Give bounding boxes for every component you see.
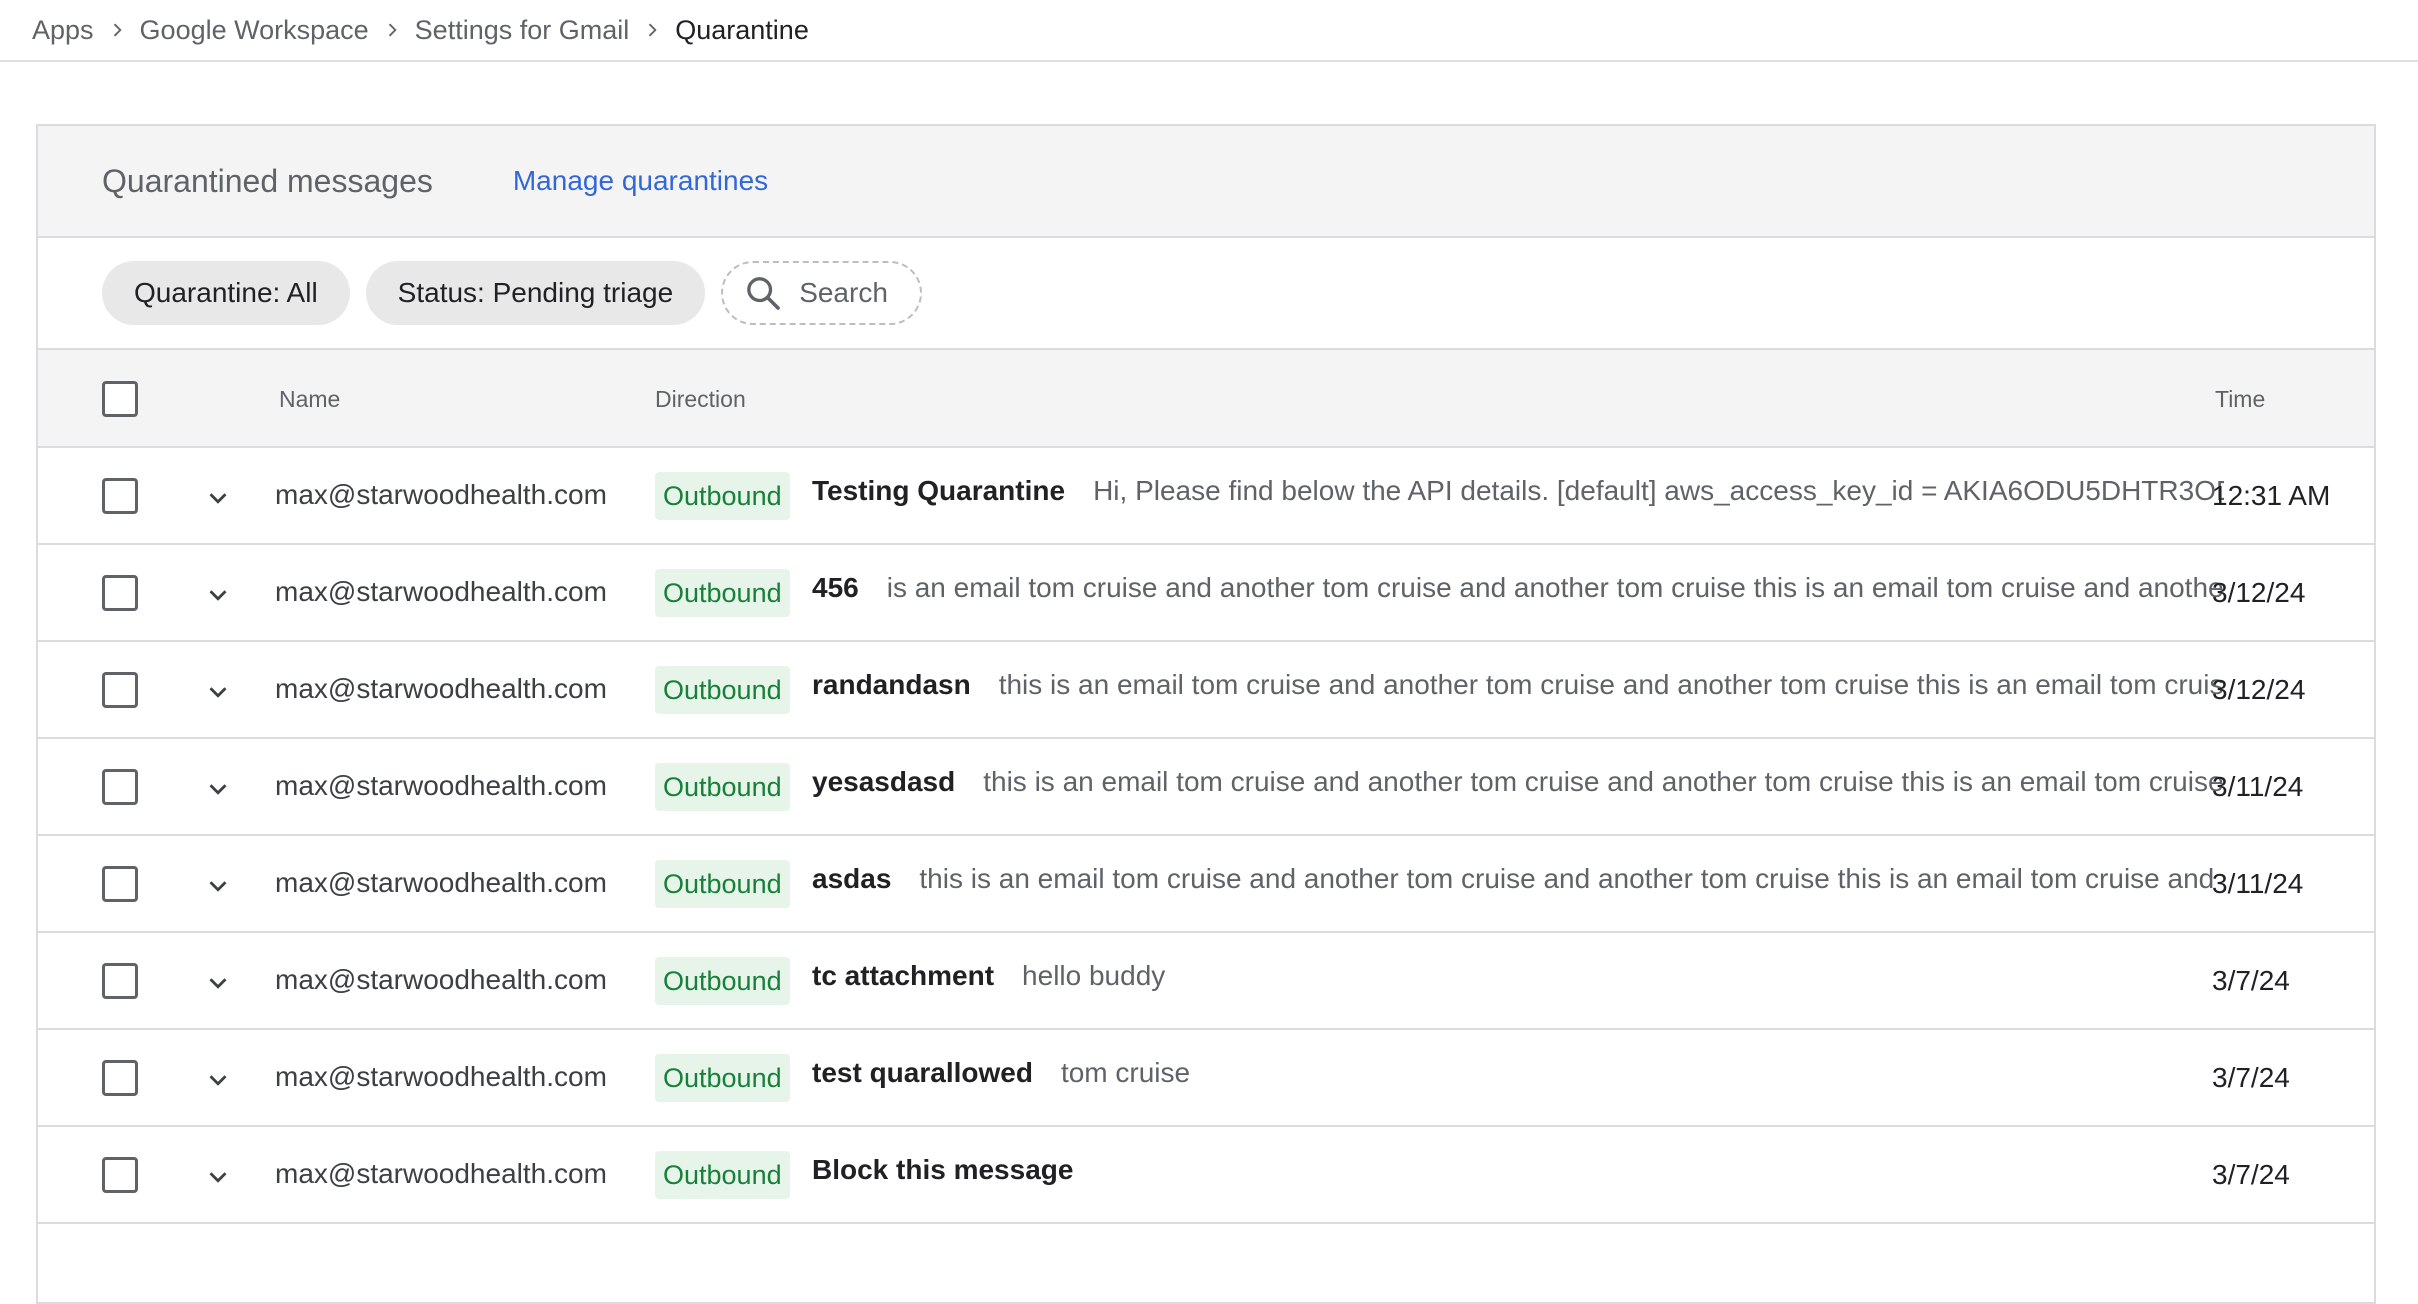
chevron-down-icon[interactable] bbox=[198, 575, 238, 615]
table-row[interactable]: max@starwoodhealth.com Outbound 456 is a… bbox=[38, 545, 2374, 642]
message-summary: tc attachment hello buddy bbox=[812, 960, 2224, 992]
message-summary: 456 is an email tom cruise and another t… bbox=[812, 572, 2224, 604]
breadcrumb-quarantine: Quarantine bbox=[675, 14, 809, 45]
message-summary: randandasn this is an email tom cruise a… bbox=[812, 669, 2224, 701]
breadcrumb: Apps Google Workspace Settings for Gmail… bbox=[0, 0, 2418, 62]
direction-badge: Outbound bbox=[655, 957, 790, 1005]
sender-name: max@starwoodhealth.com bbox=[275, 576, 607, 607]
manage-quarantines-link[interactable]: Manage quarantines bbox=[513, 165, 768, 197]
quarantine-filter-chip[interactable]: Quarantine: All bbox=[102, 261, 350, 325]
message-subject: asdas bbox=[812, 863, 892, 894]
message-summary: yesasdasd this is an email tom cruise an… bbox=[812, 766, 2224, 798]
message-snippet: tom cruise bbox=[1060, 1057, 1191, 1088]
message-time: 3/12/24 bbox=[2212, 674, 2306, 705]
chevron-right-icon bbox=[629, 15, 675, 45]
direction-badge: Outbound bbox=[655, 569, 790, 617]
row-checkbox[interactable] bbox=[102, 866, 138, 902]
chevron-down-icon[interactable] bbox=[198, 769, 238, 809]
message-snippet: this is an email tom cruise and another … bbox=[919, 863, 2215, 894]
status-filter-chip[interactable]: Status: Pending triage bbox=[365, 261, 706, 325]
table-row[interactable]: max@starwoodhealth.com Outbound Testing … bbox=[38, 448, 2374, 545]
select-all-checkbox[interactable] bbox=[102, 381, 138, 417]
message-time: 3/7/24 bbox=[2212, 965, 2290, 996]
page-title: Quarantined messages bbox=[102, 162, 433, 199]
chevron-down-icon[interactable] bbox=[198, 1157, 238, 1197]
message-summary: Testing Quarantine Hi, Please find below… bbox=[812, 475, 2224, 507]
message-subject: randandasn bbox=[812, 669, 971, 700]
table-row[interactable]: max@starwoodhealth.com Outbound asdas th… bbox=[38, 836, 2374, 933]
chevron-right-icon bbox=[94, 15, 140, 45]
breadcrumb-apps[interactable]: Apps bbox=[32, 15, 94, 46]
column-header-direction[interactable]: Direction bbox=[655, 386, 746, 413]
message-time: 3/12/24 bbox=[2212, 577, 2306, 608]
sender-name: max@starwoodhealth.com bbox=[275, 1061, 607, 1092]
sender-name: max@starwoodhealth.com bbox=[275, 479, 607, 510]
table-row[interactable]: max@starwoodhealth.com Outbound Block th… bbox=[38, 1127, 2374, 1224]
breadcrumb-google-workspace[interactable]: Google Workspace bbox=[140, 15, 369, 46]
direction-badge: Outbound bbox=[655, 763, 790, 811]
direction-badge: Outbound bbox=[655, 1151, 790, 1199]
row-checkbox[interactable] bbox=[102, 1157, 138, 1193]
message-subject: yesasdasd bbox=[812, 766, 956, 797]
chevron-down-icon[interactable] bbox=[198, 1060, 238, 1100]
chevron-down-icon[interactable] bbox=[198, 478, 238, 518]
sender-name: max@starwoodhealth.com bbox=[275, 867, 607, 898]
table-row[interactable]: max@starwoodhealth.com Outbound yesasdas… bbox=[38, 739, 2374, 836]
table-row[interactable]: max@starwoodhealth.com Outbound test qua… bbox=[38, 1030, 2374, 1127]
message-time: 3/11/24 bbox=[2212, 771, 2304, 802]
direction-badge: Outbound bbox=[655, 472, 790, 520]
message-snippet: this is an email tom cruise and another … bbox=[998, 669, 2224, 700]
row-checkbox[interactable] bbox=[102, 963, 138, 999]
row-checkbox[interactable] bbox=[102, 478, 138, 514]
message-summary: asdas this is an email tom cruise and an… bbox=[812, 863, 2224, 895]
breadcrumb-settings-for-gmail[interactable]: Settings for Gmail bbox=[415, 15, 630, 46]
message-time: 3/7/24 bbox=[2212, 1062, 2290, 1093]
message-summary: Block this message bbox=[812, 1154, 2224, 1186]
chevron-down-icon[interactable] bbox=[198, 866, 238, 906]
message-subject: Testing Quarantine bbox=[812, 475, 1066, 506]
message-time: 12:31 AM bbox=[2212, 480, 2331, 511]
message-time: 3/11/24 bbox=[2212, 868, 2304, 899]
search-input[interactable]: Search bbox=[721, 261, 922, 325]
message-subject: tc attachment bbox=[812, 960, 995, 991]
table-body: max@starwoodhealth.com Outbound Testing … bbox=[38, 448, 2374, 1224]
sender-name: max@starwoodhealth.com bbox=[275, 1158, 607, 1189]
message-summary: test quarallowed tom cruise bbox=[812, 1057, 2224, 1089]
row-checkbox[interactable] bbox=[102, 769, 138, 805]
table-row[interactable]: max@starwoodhealth.com Outbound tc attac… bbox=[38, 933, 2374, 1030]
row-checkbox[interactable] bbox=[102, 672, 138, 708]
message-subject: test quarallowed bbox=[812, 1057, 1033, 1088]
column-header-time[interactable]: Time bbox=[2215, 386, 2265, 413]
direction-badge: Outbound bbox=[655, 1054, 790, 1102]
message-snippet: is an email tom cruise and another tom c… bbox=[886, 572, 2224, 603]
sender-name: max@starwoodhealth.com bbox=[275, 770, 607, 801]
direction-badge: Outbound bbox=[655, 860, 790, 908]
filter-bar: Quarantine: All Status: Pending triage S… bbox=[38, 238, 2374, 350]
table-header: Name Direction Time bbox=[38, 350, 2374, 448]
message-snippet: this is an email tom cruise and another … bbox=[983, 766, 2224, 797]
message-subject: Block this message bbox=[812, 1154, 1074, 1185]
card-header: Quarantined messages Manage quarantines bbox=[38, 126, 2374, 238]
message-snippet: Hi, Please find below the API details. [… bbox=[1093, 475, 2224, 506]
message-subject: 456 bbox=[812, 572, 859, 603]
chevron-down-icon[interactable] bbox=[198, 963, 238, 1003]
search-icon bbox=[747, 277, 781, 310]
row-checkbox[interactable] bbox=[102, 1060, 138, 1096]
chevron-down-icon[interactable] bbox=[198, 672, 238, 712]
quarantine-card: Quarantined messages Manage quarantines … bbox=[36, 124, 2376, 1304]
message-time: 3/7/24 bbox=[2212, 1159, 2290, 1190]
message-snippet: hello buddy bbox=[1022, 960, 1166, 991]
direction-badge: Outbound bbox=[655, 666, 790, 714]
row-checkbox[interactable] bbox=[102, 575, 138, 611]
table-row[interactable]: max@starwoodhealth.com Outbound randanda… bbox=[38, 642, 2374, 739]
sender-name: max@starwoodhealth.com bbox=[275, 673, 607, 704]
sender-name: max@starwoodhealth.com bbox=[275, 964, 607, 995]
chevron-right-icon bbox=[369, 15, 415, 45]
search-placeholder: Search bbox=[799, 277, 888, 308]
column-header-name[interactable]: Name bbox=[279, 386, 340, 413]
